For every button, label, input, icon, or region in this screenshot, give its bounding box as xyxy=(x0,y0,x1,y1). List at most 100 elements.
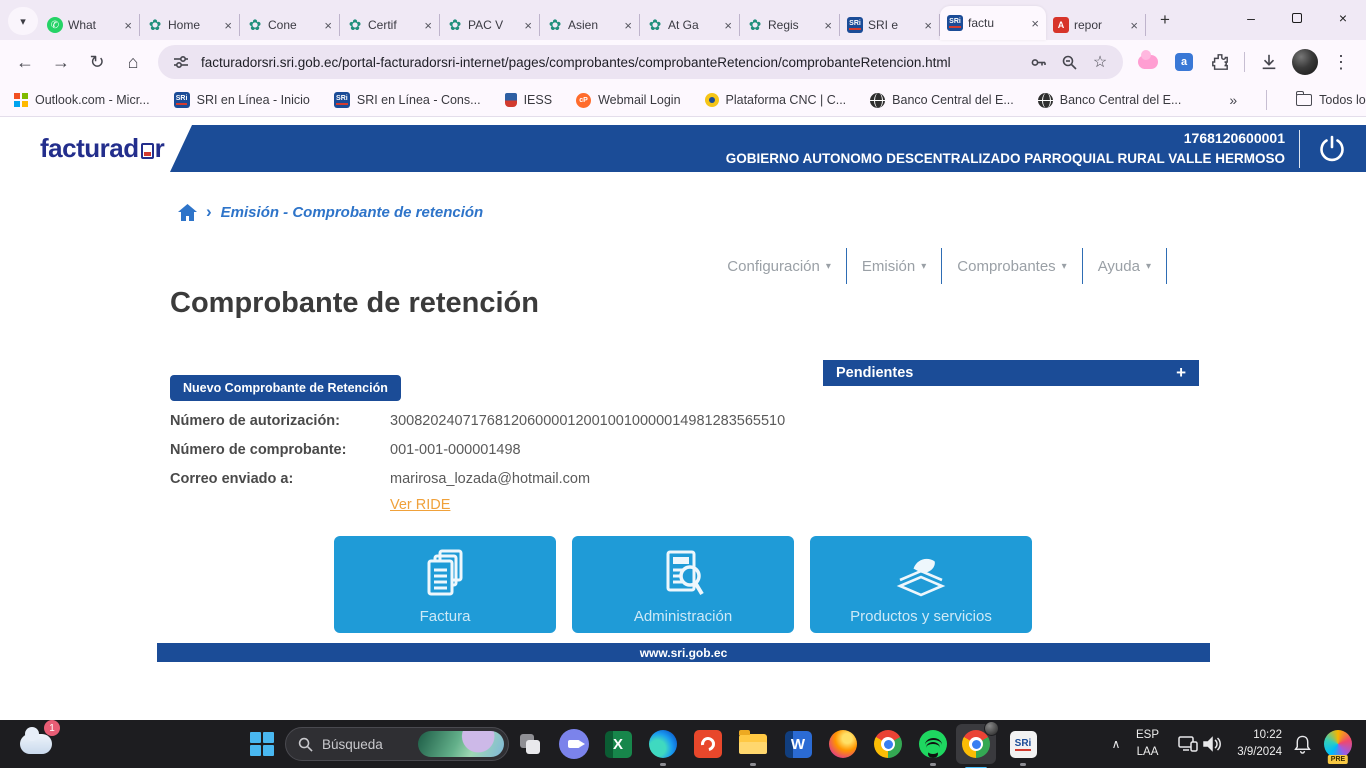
close-icon[interactable]: × xyxy=(524,19,532,32)
tab-pac[interactable]: ✿ PAC V × xyxy=(440,14,540,36)
tab-asien[interactable]: ✿ Asien × xyxy=(540,14,640,36)
close-icon[interactable]: × xyxy=(924,19,932,32)
tab-atga[interactable]: ✿ At Ga × xyxy=(640,14,740,36)
rosette-icon: ✿ xyxy=(447,17,463,33)
tab-cone[interactable]: ✿ Cone × xyxy=(240,14,340,36)
ver-ride-link[interactable]: Ver RIDE xyxy=(390,497,450,513)
nav-ayuda[interactable]: Ayuda▾ xyxy=(1083,248,1167,284)
close-icon[interactable]: × xyxy=(724,19,732,32)
expand-plus-icon[interactable]: + xyxy=(1176,363,1186,383)
start-button[interactable] xyxy=(246,728,278,760)
downloads-button[interactable] xyxy=(1252,45,1286,79)
pendientes-panel-header[interactable]: Pendientes + xyxy=(823,360,1199,386)
task-view-button[interactable] xyxy=(514,728,546,760)
folder-icon xyxy=(1296,94,1312,106)
tab-certif[interactable]: ✿ Certif × xyxy=(340,14,440,36)
tab-facturador-active[interactable]: SRi factu × xyxy=(940,6,1046,40)
sri-app-button[interactable]: SRi xyxy=(1007,728,1039,760)
nav-label: Comprobantes xyxy=(957,258,1055,275)
weather-extension-icon[interactable] xyxy=(1131,45,1165,79)
bookmark-webmail[interactable]: cPWebmail Login xyxy=(576,93,680,108)
new-tab-button[interactable]: + xyxy=(1150,5,1180,35)
logout-button[interactable] xyxy=(1314,131,1350,167)
clock[interactable]: 10:22 3/9/2024 xyxy=(1220,727,1282,760)
bookmark-sri-inicio[interactable]: SRiSRI en Línea - Inicio xyxy=(174,92,310,108)
tab-home[interactable]: ✿ Home × xyxy=(140,14,240,36)
forward-button[interactable]: → xyxy=(44,45,78,79)
bookmark-star-icon[interactable]: ☆ xyxy=(1089,51,1111,73)
extensions-puzzle-icon[interactable] xyxy=(1203,45,1237,79)
file-explorer-button[interactable] xyxy=(737,728,769,760)
home-button[interactable]: ⌂ xyxy=(116,45,150,79)
address-bar[interactable]: facturadorsri.sri.gob.ec/portal-facturad… xyxy=(158,45,1123,79)
minimize-button[interactable]: – xyxy=(1228,0,1274,36)
close-icon[interactable]: × xyxy=(824,19,832,32)
tile-administracion[interactable]: Administración xyxy=(572,536,794,633)
close-icon[interactable]: × xyxy=(1031,17,1039,30)
logo-text: facturad xyxy=(40,133,139,164)
bookmark-banco-central-1[interactable]: Banco Central del E... xyxy=(870,93,1014,108)
spotify-button[interactable] xyxy=(917,728,949,760)
page-content: facturadr 1768120600001 GOBIERNO AUTONOM… xyxy=(0,117,1366,720)
word-button[interactable]: W xyxy=(782,728,814,760)
edge-button[interactable] xyxy=(647,728,679,760)
nav-configuracion[interactable]: Configuración▾ xyxy=(712,248,847,284)
close-window-button[interactable]: × xyxy=(1320,0,1366,36)
bell-icon xyxy=(1293,734,1312,754)
profile-avatar[interactable] xyxy=(1288,45,1322,79)
browser-menu-button[interactable]: ⋮ xyxy=(1324,45,1358,79)
reload-button[interactable]: ↻ xyxy=(80,45,114,79)
close-icon[interactable]: × xyxy=(224,19,232,32)
zoom-out-icon[interactable] xyxy=(1058,51,1080,73)
password-key-icon[interactable] xyxy=(1027,51,1049,73)
close-icon[interactable]: × xyxy=(324,19,332,32)
tab-search-button[interactable]: ▾ xyxy=(8,7,38,35)
bookmarks-overflow-button[interactable]: » xyxy=(1229,92,1237,108)
bookmark-sri-consultas[interactable]: SRiSRI en Línea - Cons... xyxy=(334,92,481,108)
nav-emision[interactable]: Emisión▾ xyxy=(847,248,942,284)
nitro-pdf-button[interactable] xyxy=(692,728,724,760)
field-label: Número de autorización: xyxy=(170,413,390,429)
translate-extension-icon[interactable]: a xyxy=(1167,45,1201,79)
back-button[interactable]: ← xyxy=(8,45,42,79)
word-icon: W xyxy=(785,731,812,758)
maximize-button[interactable] xyxy=(1274,0,1320,36)
copilot-button[interactable]: PRE xyxy=(1322,728,1354,760)
bookmark-banco-central-2[interactable]: Banco Central del E... xyxy=(1038,93,1182,108)
sri-icon: SRi xyxy=(947,15,963,31)
cpanel-icon: cP xyxy=(576,93,591,108)
header-account-area: 1768120600001 GOBIERNO AUTONOMO DESCENTR… xyxy=(726,125,1350,172)
bookmark-iess[interactable]: IESS xyxy=(505,93,553,107)
close-icon[interactable]: × xyxy=(424,19,432,32)
tab-sri-en-linea[interactable]: SRi SRI e × xyxy=(840,14,940,36)
site-settings-icon[interactable] xyxy=(170,51,192,73)
home-icon[interactable] xyxy=(178,204,197,221)
chrome-active-button[interactable] xyxy=(956,724,996,764)
all-bookmarks-button[interactable]: Todos los marcadores xyxy=(1296,93,1366,107)
tab-label: Cone xyxy=(268,18,319,32)
taskbar-search[interactable]: Búsqueda xyxy=(285,727,509,761)
close-icon[interactable]: × xyxy=(624,19,632,32)
widgets-weather-button[interactable]: 1 xyxy=(20,728,52,760)
notifications-button[interactable] xyxy=(1286,728,1318,760)
tab-report-pdf[interactable]: A repor × xyxy=(1046,14,1146,36)
firefox-button[interactable] xyxy=(827,728,859,760)
tab-regis[interactable]: ✿ Regis × xyxy=(740,14,840,36)
bookmark-outlook[interactable]: Outlook.com - Micr... xyxy=(14,93,150,107)
tab-whatsapp[interactable]: ✆ What × xyxy=(40,14,140,36)
tray-expand-button[interactable]: ∧ xyxy=(1100,728,1132,760)
folder-icon xyxy=(739,734,767,754)
close-icon[interactable]: × xyxy=(1130,19,1138,32)
nav-comprobantes[interactable]: Comprobantes▾ xyxy=(942,248,1082,284)
chrome-button[interactable] xyxy=(872,728,904,760)
teams-chat-button[interactable] xyxy=(558,728,590,760)
bookmark-cnc[interactable]: Plataforma CNC | C... xyxy=(705,93,847,107)
excel-button[interactable]: X xyxy=(602,728,634,760)
close-icon[interactable]: × xyxy=(124,19,132,32)
tile-productos-servicios[interactable]: Productos y servicios xyxy=(810,536,1032,633)
new-retention-receipt-button[interactable]: Nuevo Comprobante de Retención xyxy=(170,375,401,401)
nav-label: Ayuda xyxy=(1098,258,1140,275)
tile-factura[interactable]: Factura xyxy=(334,536,556,633)
language-indicator[interactable]: ESP LAA xyxy=(1136,727,1159,760)
url-text[interactable]: facturadorsri.sri.gob.ec/portal-facturad… xyxy=(201,55,1018,70)
